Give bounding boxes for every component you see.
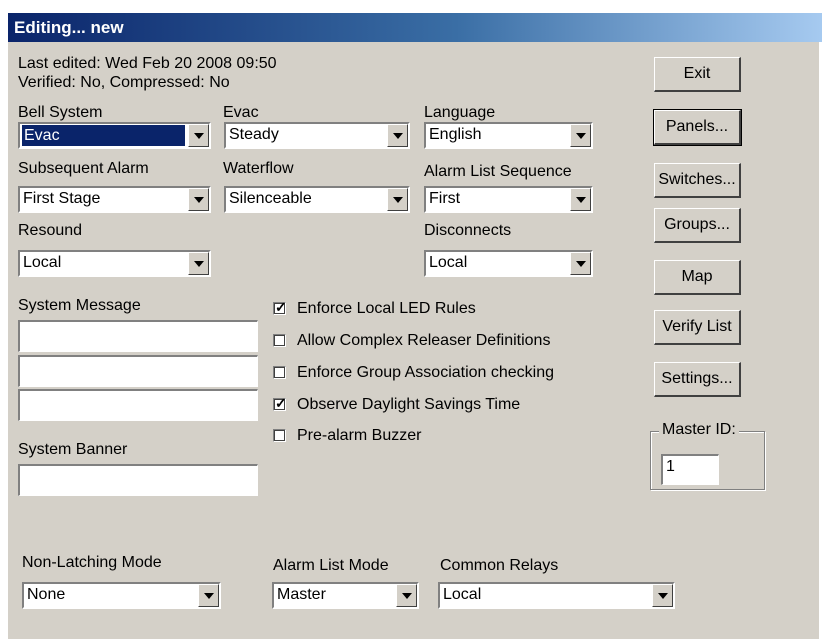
alarm-list-sequence-value: First: [429, 190, 461, 207]
common-relays-value: Local: [443, 586, 482, 603]
settings-button[interactable]: Settings...: [654, 362, 741, 397]
disconnects-label: Disconnects: [424, 222, 512, 239]
window-title: Editing... new: [14, 18, 124, 37]
exit-button[interactable]: Exit: [654, 57, 741, 92]
waterflow-label: Waterflow: [223, 160, 294, 177]
last-edited-text: Last edited: Wed Feb 20 2008 09:50: [18, 55, 277, 72]
checkbox-label: Enforce Group Association checking: [297, 364, 555, 381]
checkbox-box[interactable]: [273, 429, 286, 442]
checkbox-box[interactable]: ✓: [273, 395, 287, 411]
system-message-label: System Message: [18, 297, 141, 314]
bell-system-value: Evac: [22, 125, 185, 146]
system-message-line-3-field[interactable]: [18, 389, 258, 421]
system-message-line-2-field[interactable]: [18, 355, 258, 387]
common-relays-select[interactable]: Local: [438, 582, 675, 609]
resound-label: Resound: [18, 222, 83, 239]
bell-system-select[interactable]: Evac: [18, 122, 211, 149]
checkbox-box[interactable]: [273, 366, 286, 379]
chevron-down-icon[interactable]: [188, 252, 209, 275]
verified-status-text: Verified: No, Compressed: No: [18, 74, 230, 91]
non-latching-mode-value: None: [27, 586, 66, 603]
alarm-list-mode-select[interactable]: Master: [272, 582, 419, 609]
master-id-group: Master ID: 1: [650, 421, 765, 490]
chevron-down-icon[interactable]: [188, 124, 209, 147]
check-icon: ✓: [275, 395, 287, 411]
master-id-field[interactable]: 1: [661, 454, 719, 485]
chevron-down-icon[interactable]: [387, 188, 408, 211]
disconnects-value: Local: [429, 254, 468, 271]
chevron-down-icon[interactable]: [570, 252, 591, 275]
waterflow-value: Silenceable: [229, 190, 312, 207]
chevron-down-icon[interactable]: [652, 584, 673, 607]
chevron-down-icon[interactable]: [570, 124, 591, 147]
common-relays-label: Common Relays: [440, 557, 559, 574]
chevron-down-icon[interactable]: [570, 188, 591, 211]
dialog-body: Last edited: Wed Feb 20 2008 09:50 Verif…: [8, 42, 819, 639]
subsequent-alarm-value: First Stage: [23, 190, 101, 207]
chevron-down-icon[interactable]: [387, 124, 408, 147]
disconnects-select[interactable]: Local: [424, 250, 593, 277]
subsequent-alarm-select[interactable]: First Stage: [18, 186, 211, 213]
evac-value: Steady: [229, 126, 279, 143]
switches-button[interactable]: Switches...: [654, 163, 741, 198]
chevron-down-icon[interactable]: [396, 584, 417, 607]
non-latching-mode-select[interactable]: None: [22, 582, 221, 609]
waterflow-select[interactable]: Silenceable: [224, 186, 410, 213]
system-banner-label: System Banner: [18, 441, 128, 458]
resound-select[interactable]: Local: [18, 250, 211, 277]
system-banner-field[interactable]: [18, 464, 258, 496]
resound-value: Local: [23, 254, 62, 271]
alarm-list-mode-label: Alarm List Mode: [273, 557, 389, 574]
checkbox-label: Allow Complex Releaser Definitions: [297, 332, 551, 349]
map-button[interactable]: Map: [654, 260, 741, 295]
verify-list-button[interactable]: Verify List: [654, 310, 741, 345]
title-bar: Editing... new: [8, 13, 822, 42]
evac-select[interactable]: Steady: [224, 122, 410, 149]
checkbox-box[interactable]: [273, 334, 286, 347]
checkbox-label: Pre-alarm Buzzer: [297, 427, 422, 444]
language-value: English: [429, 126, 482, 143]
checkbox-box[interactable]: ✓: [273, 299, 287, 315]
subsequent-alarm-label: Subsequent Alarm: [18, 160, 149, 177]
chevron-down-icon[interactable]: [188, 188, 209, 211]
checkbox-label: Observe Daylight Savings Time: [297, 396, 521, 413]
non-latching-mode-label: Non-Latching Mode: [22, 554, 162, 571]
alarm-list-mode-value: Master: [277, 586, 326, 603]
language-select[interactable]: English: [424, 122, 593, 149]
check-icon: ✓: [275, 299, 287, 315]
editor-window: Editing... new Last edited: Wed Feb 20 2…: [0, 0, 822, 639]
alarm-list-sequence-label: Alarm List Sequence: [424, 163, 572, 180]
system-message-line-1-field[interactable]: [18, 320, 258, 352]
language-label: Language: [424, 104, 496, 121]
checkbox-label: Enforce Local LED Rules: [297, 300, 476, 317]
evac-label: Evac: [223, 104, 259, 121]
chevron-down-icon[interactable]: [198, 584, 219, 607]
groups-button[interactable]: Groups...: [654, 208, 741, 243]
alarm-list-sequence-select[interactable]: First: [424, 186, 593, 213]
master-id-label: Master ID:: [659, 421, 739, 439]
bell-system-label: Bell System: [18, 104, 103, 121]
panels-button[interactable]: Panels...: [653, 109, 742, 146]
